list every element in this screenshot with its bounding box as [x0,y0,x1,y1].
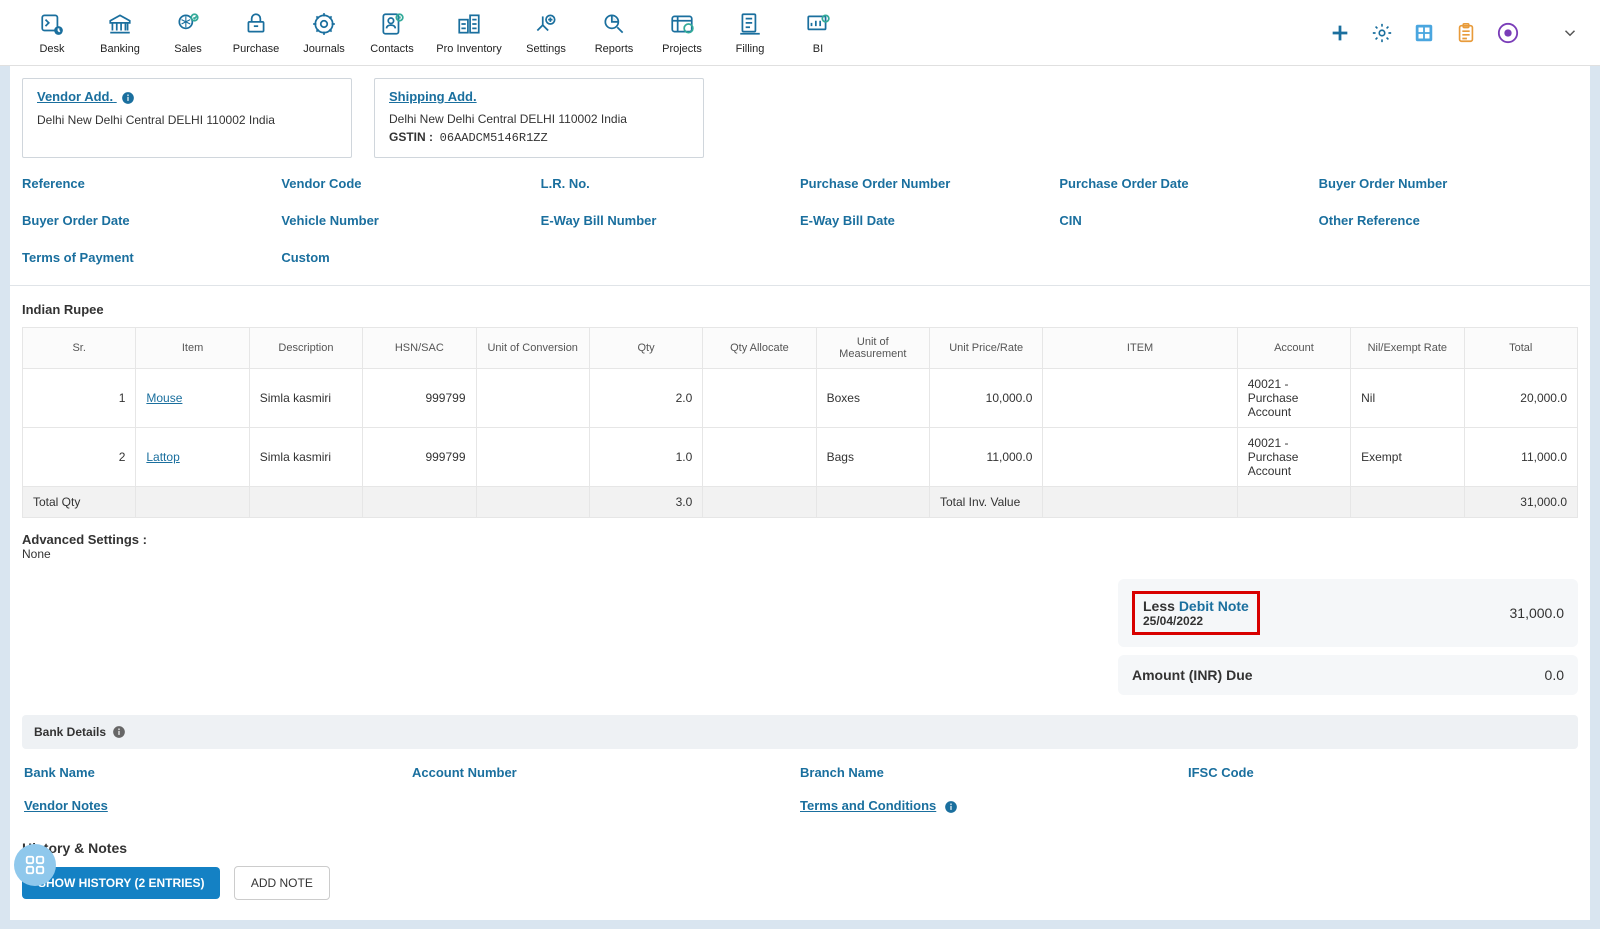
currency-label: Indian Rupee [22,302,1578,317]
add-note-button[interactable]: ADD NOTE [234,866,330,900]
divider [10,285,1590,286]
info-icon [121,91,135,105]
field-buyer-order-date: Buyer Order Date [22,213,281,228]
table-row: 1 Mouse Simla kasmiri 999799 2.0 Boxes 1… [23,369,1578,428]
vendor-address-box: Vendor Add. Delhi New Delhi Central DELH… [22,78,352,158]
col-itemcol: ITEM [1043,328,1237,369]
nav-reports[interactable]: Reports [580,11,648,55]
nav-desk[interactable]: Desk [18,11,86,55]
nav-contacts[interactable]: Contacts [358,11,426,55]
item-link[interactable]: Mouse [146,391,182,405]
toolbar [1328,21,1582,45]
reports-icon [601,11,627,37]
summary-amount-due: Amount (INR) Due 0.0 [1118,655,1578,695]
field-cin: CIN [1059,213,1318,228]
info-fields-grid: Reference Vendor Code L.R. No. Purchase … [22,176,1578,265]
field-po-number: Purchase Order Number [800,176,1059,191]
col-nil: Nil/Exempt Rate [1351,328,1464,369]
history-section: History & Notes SHOW HISTORY (2 ENTRIES)… [22,840,1578,900]
nav-menu: Desk Banking Sales Purchase Journals Con… [18,11,852,55]
summary-panel: Less Debit Note 25/04/2022 31,000.0 Amou… [22,579,1578,695]
filling-icon [737,11,763,37]
bank-details-header: Bank Details [22,715,1578,749]
branch-name-label: Branch Name [800,765,1188,780]
apps-launcher-icon[interactable] [14,844,56,886]
info-icon [944,800,958,814]
contacts-icon [379,11,405,37]
account-number-label: Account Number [412,765,800,780]
col-desc: Description [249,328,362,369]
field-buyer-order-number: Buyer Order Number [1319,176,1578,191]
shipping-address-title[interactable]: Shipping Add. [389,89,477,104]
app-icon[interactable] [1496,21,1520,45]
nav-banking[interactable]: Banking [86,11,154,55]
field-vendor-code: Vendor Code [281,176,540,191]
col-account: Account [1237,328,1350,369]
nav-sales[interactable]: Sales [154,11,222,55]
vendor-address-title[interactable]: Vendor Add. [37,89,135,105]
nav-projects[interactable]: Projects [648,11,716,55]
chevron-down-icon[interactable] [1558,21,1582,45]
col-total: Total [1464,328,1578,369]
nav-purchase[interactable]: Purchase [222,11,290,55]
inventory-icon [456,11,482,37]
field-eway-bill-date: E-Way Bill Date [800,213,1059,228]
desk-icon [39,11,65,37]
sales-icon [175,11,201,37]
field-terms-of-payment: Terms of Payment [22,250,281,265]
nav-pro-inventory[interactable]: Pro Inventory [426,11,512,55]
gear-icon[interactable] [1370,21,1394,45]
col-uoc: Unit of Conversion [476,328,589,369]
vendor-address-line: Delhi New Delhi Central DELHI 110002 Ind… [37,111,337,129]
shipping-gstin: GSTIN : 06AADCM5146R1ZZ [389,128,689,147]
col-qty: Qty [589,328,702,369]
debit-note-link[interactable]: Debit Note [1179,598,1249,614]
terms-conditions-link[interactable]: Terms and Conditions [800,798,936,813]
bank-details-grid: Bank Name Account Number Branch Name IFS… [22,749,1578,790]
nav-journals[interactable]: Journals [290,11,358,55]
col-rate: Unit Price/Rate [930,328,1043,369]
advanced-settings: Advanced Settings : None [22,532,1578,561]
nav-bi[interactable]: BI [784,11,852,55]
shipping-address-line: Delhi New Delhi Central DELHI 110002 Ind… [389,110,689,128]
field-vehicle-number: Vehicle Number [281,213,540,228]
item-link[interactable]: Lattop [146,450,179,464]
projects-icon [669,11,695,37]
field-eway-bill-number: E-Way Bill Number [541,213,800,228]
top-navbar: Desk Banking Sales Purchase Journals Con… [0,0,1600,66]
nav-settings[interactable]: Settings [512,11,580,55]
calculator-icon[interactable] [1412,21,1436,45]
ifsc-code-label: IFSC Code [1188,765,1576,780]
nav-filling[interactable]: Filling [716,11,784,55]
col-item: Item [136,328,249,369]
bi-icon [805,11,831,37]
purchase-icon [243,11,269,37]
journals-icon [311,11,337,37]
col-sr: Sr. [23,328,136,369]
table-total-row: Total Qty 3.0 Total Inv. Value 31,000.0 [23,487,1578,518]
field-lr-no: L.R. No. [541,176,800,191]
vendor-notes-link[interactable]: Vendor Notes [24,798,108,813]
table-row: 2 Lattop Simla kasmiri 999799 1.0 Bags 1… [23,428,1578,487]
page-content: Vendor Add. Delhi New Delhi Central DELH… [10,66,1590,920]
summary-less-debit-note: Less Debit Note 25/04/2022 31,000.0 [1118,579,1578,647]
field-po-date: Purchase Order Date [1059,176,1318,191]
banking-icon [107,11,133,37]
items-table: Sr. Item Description HSN/SAC Unit of Con… [22,327,1578,518]
info-icon [112,725,126,739]
add-icon[interactable] [1328,21,1352,45]
col-qty-alloc: Qty Allocate [703,328,816,369]
field-custom: Custom [281,250,540,265]
col-hsn: HSN/SAC [363,328,476,369]
shipping-address-box: Shipping Add. Delhi New Delhi Central DE… [374,78,704,158]
settings-icon [533,11,559,37]
bank-name-label: Bank Name [24,765,412,780]
table-header-row: Sr. Item Description HSN/SAC Unit of Con… [23,328,1578,369]
field-reference: Reference [22,176,281,191]
field-other-reference: Other Reference [1319,213,1578,228]
clipboard-icon[interactable] [1454,21,1478,45]
highlight-box: Less Debit Note 25/04/2022 [1132,591,1260,635]
col-uom: Unit of Measurement [816,328,929,369]
